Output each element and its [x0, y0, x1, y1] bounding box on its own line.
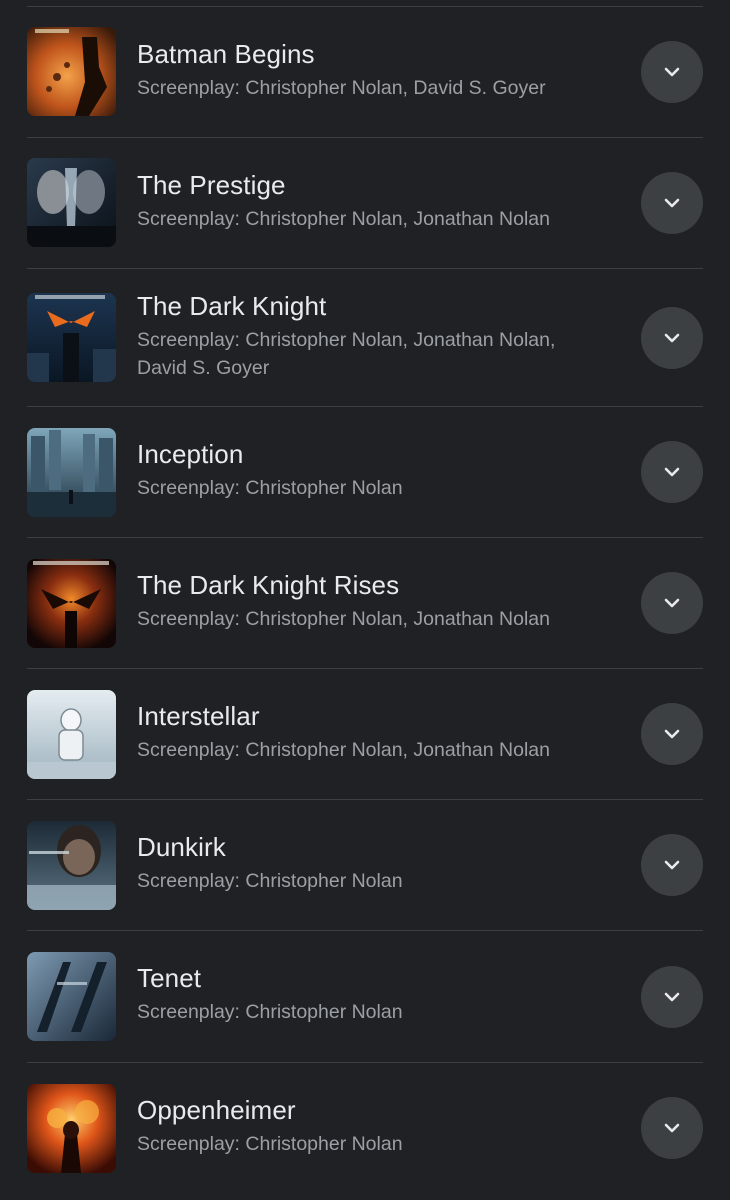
movie-text: Inception Screenplay: Christopher Nolan — [137, 438, 607, 502]
chevron-down-icon — [664, 992, 680, 1002]
poster-image[interactable] — [27, 27, 116, 116]
oppenheimer-poster-icon — [27, 1084, 116, 1173]
movie-text: Interstellar Screenplay: Christopher Nol… — [137, 700, 607, 764]
expand-button[interactable] — [641, 172, 703, 234]
expand-button[interactable] — [641, 572, 703, 634]
movie-title[interactable]: Tenet — [137, 962, 607, 994]
poster-image[interactable] — [27, 428, 116, 517]
divider — [27, 406, 703, 407]
chevron-down-icon — [664, 67, 680, 77]
poster-image[interactable] — [27, 1084, 116, 1173]
expand-button[interactable] — [641, 703, 703, 765]
expand-button[interactable] — [641, 966, 703, 1028]
movie-title[interactable]: Oppenheimer — [137, 1094, 607, 1126]
expand-button[interactable] — [641, 834, 703, 896]
expand-button[interactable] — [641, 307, 703, 369]
poster-image[interactable] — [27, 293, 116, 382]
movie-credit: Screenplay: Christopher Nolan, Jonathan … — [137, 608, 550, 630]
divider — [27, 668, 703, 669]
movie-text: The Dark Knight Screenplay: Christopher … — [137, 290, 607, 382]
expand-button[interactable] — [641, 1097, 703, 1159]
movie-credit: Screenplay: Christopher Nolan — [137, 477, 403, 499]
movie-credit: Screenplay: Christopher Nolan, Jonathan … — [137, 329, 556, 379]
poster-image[interactable] — [27, 952, 116, 1041]
movie-list: Batman Begins Screenplay: Christopher No… — [0, 0, 730, 1200]
chevron-down-icon — [664, 1123, 680, 1133]
divider — [27, 1062, 703, 1063]
movie-text: Tenet Screenplay: Christopher Nolan — [137, 962, 607, 1026]
chevron-down-icon — [664, 333, 680, 343]
chevron-down-icon — [664, 860, 680, 870]
movie-credit: Screenplay: Christopher Nolan, David S. … — [137, 77, 546, 99]
chevron-down-icon — [664, 198, 680, 208]
movie-credit: Screenplay: Christopher Nolan, Jonathan … — [137, 739, 550, 761]
divider — [27, 799, 703, 800]
movie-text: Oppenheimer Screenplay: Christopher Nola… — [137, 1094, 607, 1158]
the-dark-knight-poster-icon — [27, 293, 116, 382]
movie-credit: Screenplay: Christopher Nolan, Jonathan … — [137, 208, 550, 230]
movie-credit: Screenplay: Christopher Nolan — [137, 1133, 403, 1155]
movie-credit: Screenplay: Christopher Nolan — [137, 1001, 403, 1023]
chevron-down-icon — [664, 598, 680, 608]
movie-title[interactable]: The Dark Knight Rises — [137, 569, 607, 601]
movie-title[interactable]: Dunkirk — [137, 831, 607, 863]
the-dark-knight-rises-poster-icon — [27, 559, 116, 648]
movie-title[interactable]: Batman Begins — [137, 38, 607, 70]
movie-credit: Screenplay: Christopher Nolan — [137, 870, 403, 892]
chevron-down-icon — [664, 467, 680, 477]
movie-text: The Dark Knight Rises Screenplay: Christ… — [137, 569, 607, 633]
poster-image[interactable] — [27, 821, 116, 910]
chevron-down-icon — [664, 729, 680, 739]
movie-text: Dunkirk Screenplay: Christopher Nolan — [137, 831, 607, 895]
movie-title[interactable]: Inception — [137, 438, 607, 470]
expand-button[interactable] — [641, 441, 703, 503]
tenet-poster-icon — [27, 952, 116, 1041]
poster-image[interactable] — [27, 158, 116, 247]
movie-title[interactable]: The Dark Knight — [137, 290, 607, 322]
batman-begins-poster-icon — [27, 27, 116, 116]
interstellar-poster-icon — [27, 690, 116, 779]
poster-image[interactable] — [27, 690, 116, 779]
divider — [27, 268, 703, 269]
movie-title[interactable]: Interstellar — [137, 700, 607, 732]
the-prestige-poster-icon — [27, 158, 116, 247]
expand-button[interactable] — [641, 41, 703, 103]
movie-text: The Prestige Screenplay: Christopher Nol… — [137, 169, 607, 233]
dunkirk-poster-icon — [27, 821, 116, 910]
movie-title[interactable]: The Prestige — [137, 169, 607, 201]
divider — [27, 930, 703, 931]
poster-image[interactable] — [27, 559, 116, 648]
divider — [27, 137, 703, 138]
movie-text: Batman Begins Screenplay: Christopher No… — [137, 38, 607, 102]
inception-poster-icon — [27, 428, 116, 517]
divider — [27, 537, 703, 538]
divider — [27, 6, 703, 7]
